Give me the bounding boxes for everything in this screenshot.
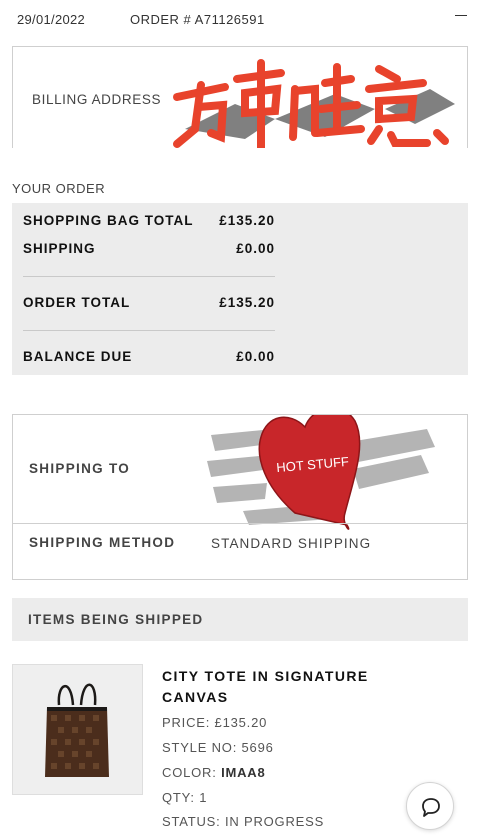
product-status: STATUS: IN PROGRESS xyxy=(162,814,325,829)
product-price: PRICE: £135.20 xyxy=(162,715,268,730)
product-style-number: STYLE NO: 5696 xyxy=(162,740,274,755)
product-quantity: QTY: 1 xyxy=(162,790,208,805)
product-color-label: COLOR: xyxy=(162,765,222,780)
product-name[interactable]: CITY TOTE IN SIGNATURE CANVAS xyxy=(162,666,382,708)
minus-icon[interactable] xyxy=(452,6,470,24)
order-summary: SHOPPING BAG TOTAL £135.20 SHIPPING £0.0… xyxy=(12,203,468,375)
items-being-shipped-header: ITEMS BEING SHIPPED xyxy=(12,598,468,641)
summary-row-balance-due: BALANCE DUE £0.00 xyxy=(23,349,275,369)
summary-value: £0.00 xyxy=(236,349,275,364)
your-order-heading: YOUR ORDER xyxy=(12,181,106,196)
order-header: 29/01/2022 ORDER # A71126591 xyxy=(0,0,480,38)
summary-label: SHOPPING BAG TOTAL xyxy=(23,213,194,228)
summary-label: ORDER TOTAL xyxy=(23,295,131,310)
summary-row-shipping: SHIPPING £0.00 xyxy=(23,241,275,261)
summary-value: £0.00 xyxy=(236,241,275,256)
summary-divider xyxy=(23,276,275,277)
chat-button[interactable] xyxy=(406,782,454,830)
shipping-method-label: SHIPPING METHOD xyxy=(29,535,176,550)
items-being-shipped-label: ITEMS BEING SHIPPED xyxy=(28,612,204,627)
summary-row-bag-total: SHOPPING BAG TOTAL £135.20 xyxy=(23,213,275,233)
chat-bubble-icon xyxy=(422,798,440,817)
shipping-divider xyxy=(13,523,467,524)
shipping-to-label: SHIPPING TO xyxy=(29,461,131,476)
summary-value: £135.20 xyxy=(219,213,275,228)
product-color-value: IMAA8 xyxy=(221,765,266,780)
summary-value: £135.20 xyxy=(219,295,275,310)
summary-row-order-total: ORDER TOTAL £135.20 xyxy=(23,295,275,315)
heart-sticker-icon: HOT STUFF xyxy=(207,415,435,530)
billing-address-section: BILLING ADDRESS xyxy=(12,46,468,148)
tote-bag-image[interactable] xyxy=(12,664,143,795)
calligraphy-sticker-icon xyxy=(173,59,455,148)
billing-address-label: BILLING ADDRESS xyxy=(32,92,162,107)
tote-bag-icon xyxy=(45,683,109,777)
product-color: COLOR: IMAA8 xyxy=(162,765,266,780)
summary-label: BALANCE DUE xyxy=(23,349,133,364)
shipping-method-value: STANDARD SHIPPING xyxy=(211,536,372,551)
order-number: ORDER # A71126591 xyxy=(130,12,265,27)
order-date: 29/01/2022 xyxy=(17,12,86,27)
shipping-section: SHIPPING TO HOT STUFF SHIPPING METHOD ST… xyxy=(12,414,468,580)
summary-divider xyxy=(23,330,275,331)
summary-label: SHIPPING xyxy=(23,241,96,256)
